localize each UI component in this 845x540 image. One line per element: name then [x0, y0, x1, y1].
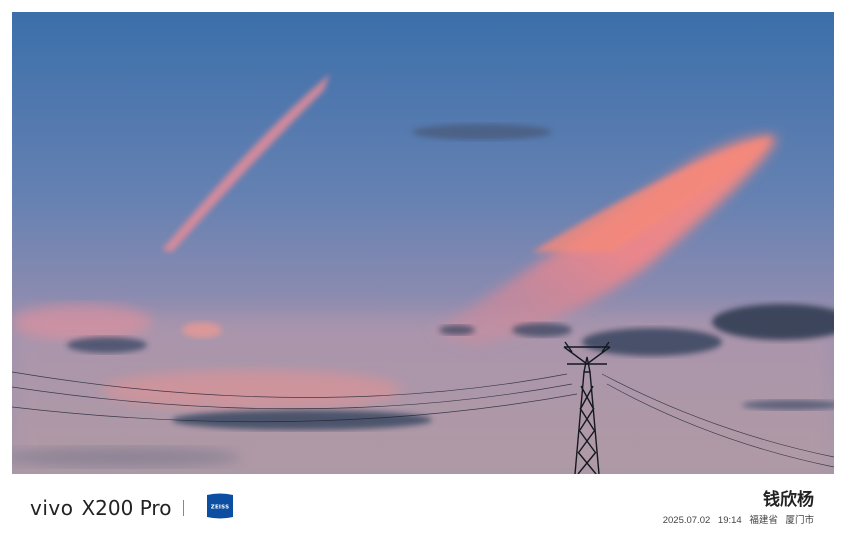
brand-divider: [183, 500, 185, 516]
photographer-name: 钱欣杨: [763, 490, 814, 510]
photo-meta: 2025.07.02 19:14 福建省 厦门市: [658, 512, 814, 526]
model-name: X200 Pro: [81, 496, 172, 520]
photo-province: 福建省: [749, 515, 778, 526]
photo-city: 厦门市: [785, 515, 814, 526]
device-brand: vivo X200 Pro: [30, 496, 197, 520]
brand-name: vivo: [30, 496, 74, 520]
photo-date: 2025.07.02: [662, 515, 711, 526]
zeiss-logo-text: ZEISS: [211, 505, 229, 511]
zeiss-logo-icon: ZEISS: [207, 493, 233, 519]
sunset-sky-scene: [12, 12, 834, 474]
sunset-photo: [12, 12, 834, 474]
photo-time: 19:14: [717, 515, 742, 526]
